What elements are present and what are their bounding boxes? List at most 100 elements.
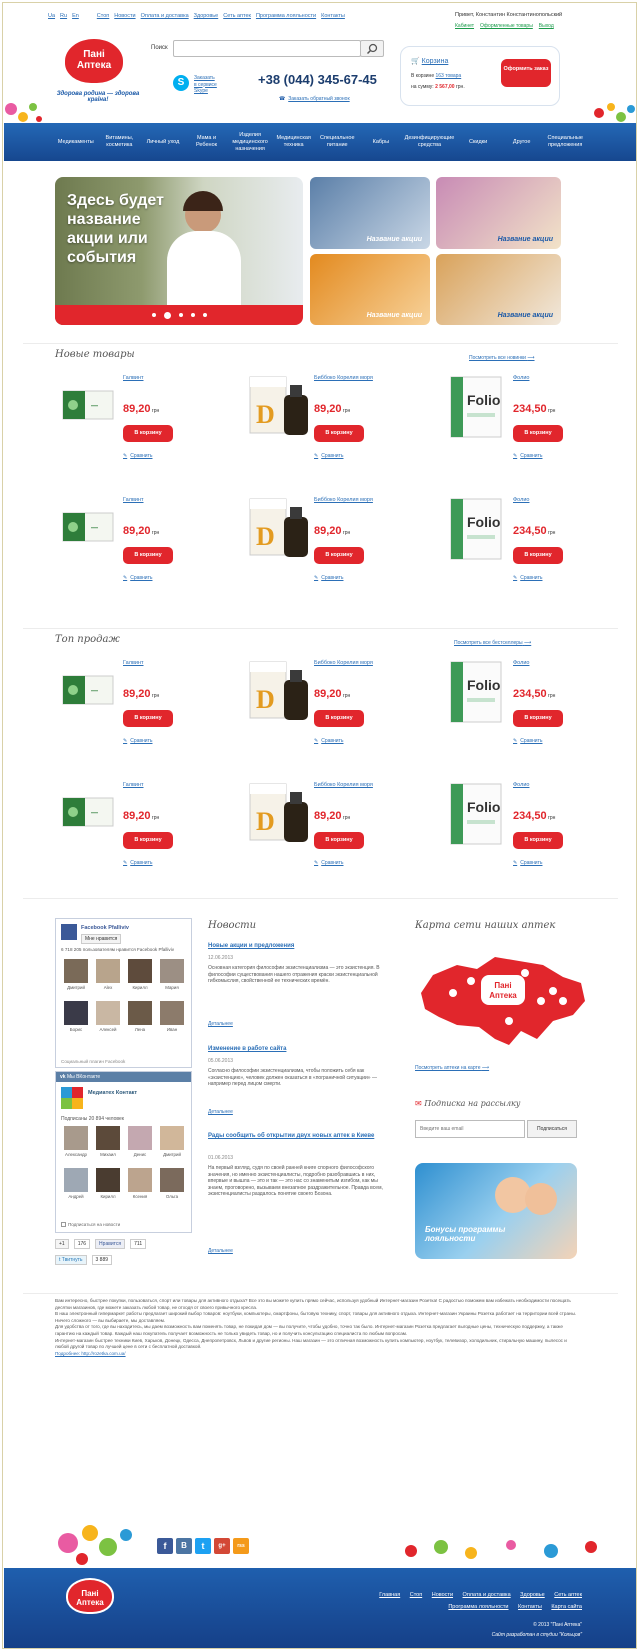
nav-item[interactable]: Изделия медицинского назначения <box>228 123 272 161</box>
lang-ru[interactable]: Ru <box>60 13 67 19</box>
callback-link[interactable]: ☎ Заказать обратный звонок <box>279 96 350 102</box>
search-button[interactable] <box>360 40 384 57</box>
news-item-title[interactable]: Изменение в работе сайта <box>208 1046 388 1052</box>
nav-item[interactable]: Скидки <box>456 123 500 161</box>
compare-link[interactable]: ✎ Сравнить <box>513 453 542 459</box>
compare-link[interactable]: ✎ Сравнить <box>314 860 343 866</box>
product-image[interactable]: D <box>246 373 316 439</box>
ukraine-map[interactable]: Пані Аптека <box>413 943 588 1053</box>
member-avatar[interactable]: Андрей <box>61 1168 91 1199</box>
footer-link[interactable]: Карта сайта <box>551 1604 582 1610</box>
nav-item[interactable]: Медицинская техника <box>272 123 316 161</box>
compare-link[interactable]: ✎ Сравнить <box>123 860 152 866</box>
compare-link[interactable]: ✎ Сравнить <box>314 453 343 459</box>
add-to-cart-button[interactable]: В корзину <box>314 832 364 849</box>
footer-link[interactable]: Программа лояльности <box>448 1604 508 1610</box>
product-name[interactable]: Биббоко Корелия моря <box>314 782 374 789</box>
facebook-page-name[interactable]: Facebook Pfalliviv <box>81 925 129 931</box>
news-item-title[interactable]: Рады сообщить об открытии двух новых апт… <box>208 1133 388 1139</box>
product-image[interactable]: Folio <box>447 373 505 441</box>
skype-icon[interactable]: S <box>173 75 189 91</box>
nav-item[interactable]: Специальное питание <box>315 123 359 161</box>
twitter-icon[interactable]: t <box>195 1538 211 1554</box>
compare-link[interactable]: ✎ Сравнить <box>123 575 152 581</box>
top-link[interactable]: Оплата и доставка <box>141 13 189 19</box>
nav-item[interactable]: Мама и Ребенок <box>185 123 229 161</box>
promo-tile[interactable]: Название акции <box>436 177 561 249</box>
product-image[interactable]: Folio <box>447 495 505 563</box>
slider-dot-active[interactable] <box>163 311 171 319</box>
top-link[interactable]: Контакты <box>321 13 345 19</box>
hero-slider[interactable]: Здесь будет название акции или события <box>55 177 303 325</box>
facebook-icon[interactable]: f <box>157 1538 173 1554</box>
lang-ua[interactable]: Ua <box>48 13 55 19</box>
product-image[interactable]: Folio <box>447 780 505 848</box>
compare-link[interactable]: ✎ Сравнить <box>123 453 152 459</box>
product-name[interactable]: Фолио <box>513 375 573 382</box>
slider-dot[interactable] <box>151 313 156 317</box>
promo-tile[interactable]: Название акции <box>436 254 561 325</box>
vk-subscribe-checkbox[interactable] <box>61 1222 66 1228</box>
member-avatar[interactable]: Alex <box>93 959 123 990</box>
map-more[interactable]: Посмотреть аптеки на карте ⟶ <box>415 1065 489 1071</box>
product-image[interactable]: — <box>61 666 117 712</box>
nav-item[interactable]: Витамины, косметика <box>98 123 142 161</box>
member-avatar[interactable]: Кирилл <box>125 959 155 990</box>
product-image[interactable]: Folio <box>447 658 505 726</box>
top-link[interactable]: Программа лояльности <box>256 13 316 19</box>
search-input[interactable] <box>173 40 361 57</box>
product-image[interactable]: D <box>246 658 316 724</box>
product-image[interactable]: — <box>61 503 117 549</box>
product-name[interactable]: Биббоко Корелия моря <box>314 375 374 382</box>
product-image[interactable]: D <box>246 495 316 561</box>
footer-link[interactable]: Оплата и доставка <box>463 1592 511 1598</box>
logout-link[interactable]: Выход <box>539 23 554 29</box>
member-avatar[interactable]: Мария <box>157 959 187 990</box>
member-avatar[interactable]: Михаил <box>93 1126 123 1157</box>
member-avatar[interactable]: Алексей <box>93 1001 123 1032</box>
footer-logo[interactable]: Пані Аптека <box>66 1578 114 1614</box>
product-image[interactable]: — <box>61 381 117 427</box>
news-item-more[interactable]: Детальнее <box>208 1109 233 1115</box>
member-avatar[interactable]: Борис <box>61 1001 91 1032</box>
footer-link[interactable]: Стоп <box>410 1592 422 1598</box>
cabinet-link[interactable]: Кабинет <box>455 23 474 29</box>
add-to-cart-button[interactable]: В корзину <box>513 547 563 564</box>
product-name[interactable]: Фолио <box>513 782 573 789</box>
compare-link[interactable]: ✎ Сравнить <box>314 575 343 581</box>
member-avatar[interactable]: Лена <box>125 1001 155 1032</box>
nav-item[interactable]: Специальные предложения <box>543 123 587 161</box>
slider-dot[interactable] <box>178 313 183 317</box>
checkout-button[interactable]: Оформить заказ <box>501 59 551 87</box>
product-image[interactable]: — <box>61 788 117 834</box>
product-name[interactable]: Галвинт <box>123 660 183 667</box>
product-name[interactable]: Фолио <box>513 497 573 504</box>
product-image[interactable]: D <box>246 780 316 846</box>
promo-tile[interactable]: Название акции <box>310 177 430 249</box>
member-avatar[interactable]: Денис <box>125 1126 155 1157</box>
nav-item[interactable]: Личный уход <box>141 123 185 161</box>
vk-group-name[interactable]: Медиатех Контакт <box>88 1090 137 1096</box>
add-to-cart-button[interactable]: В корзину <box>123 832 173 849</box>
add-to-cart-button[interactable]: В корзину <box>123 425 173 442</box>
lang-en[interactable]: En <box>72 13 79 19</box>
rss-icon[interactable]: rss <box>233 1538 249 1554</box>
skype-link[interactable]: Заказать в сервисе Skype <box>194 75 217 95</box>
slider-dot[interactable] <box>202 313 207 317</box>
footer-link[interactable]: Новости <box>432 1592 453 1598</box>
compare-link[interactable]: ✎ Сравнить <box>513 575 542 581</box>
footer-link[interactable]: Контакты <box>518 1604 542 1610</box>
loyalty-banner[interactable]: Бонусы программы лояльности <box>415 1163 577 1259</box>
google-plus-icon[interactable]: g+ <box>214 1538 230 1554</box>
footer-link[interactable]: Сеть аптек <box>554 1592 582 1598</box>
slider-dot[interactable] <box>190 313 195 317</box>
subscribe-button[interactable]: Подписаться <box>527 1120 577 1138</box>
member-avatar[interactable]: Иван <box>157 1001 187 1032</box>
member-avatar[interactable]: Дмитрий <box>157 1126 187 1157</box>
footer-link[interactable]: Главная <box>379 1592 400 1598</box>
add-to-cart-button[interactable]: В корзину <box>513 425 563 442</box>
compare-link[interactable]: ✎ Сравнить <box>513 860 542 866</box>
gplus-button[interactable]: +1 <box>55 1239 69 1249</box>
news-item-more[interactable]: Детальнее <box>208 1248 233 1254</box>
member-avatar[interactable]: Ольга <box>157 1168 187 1199</box>
